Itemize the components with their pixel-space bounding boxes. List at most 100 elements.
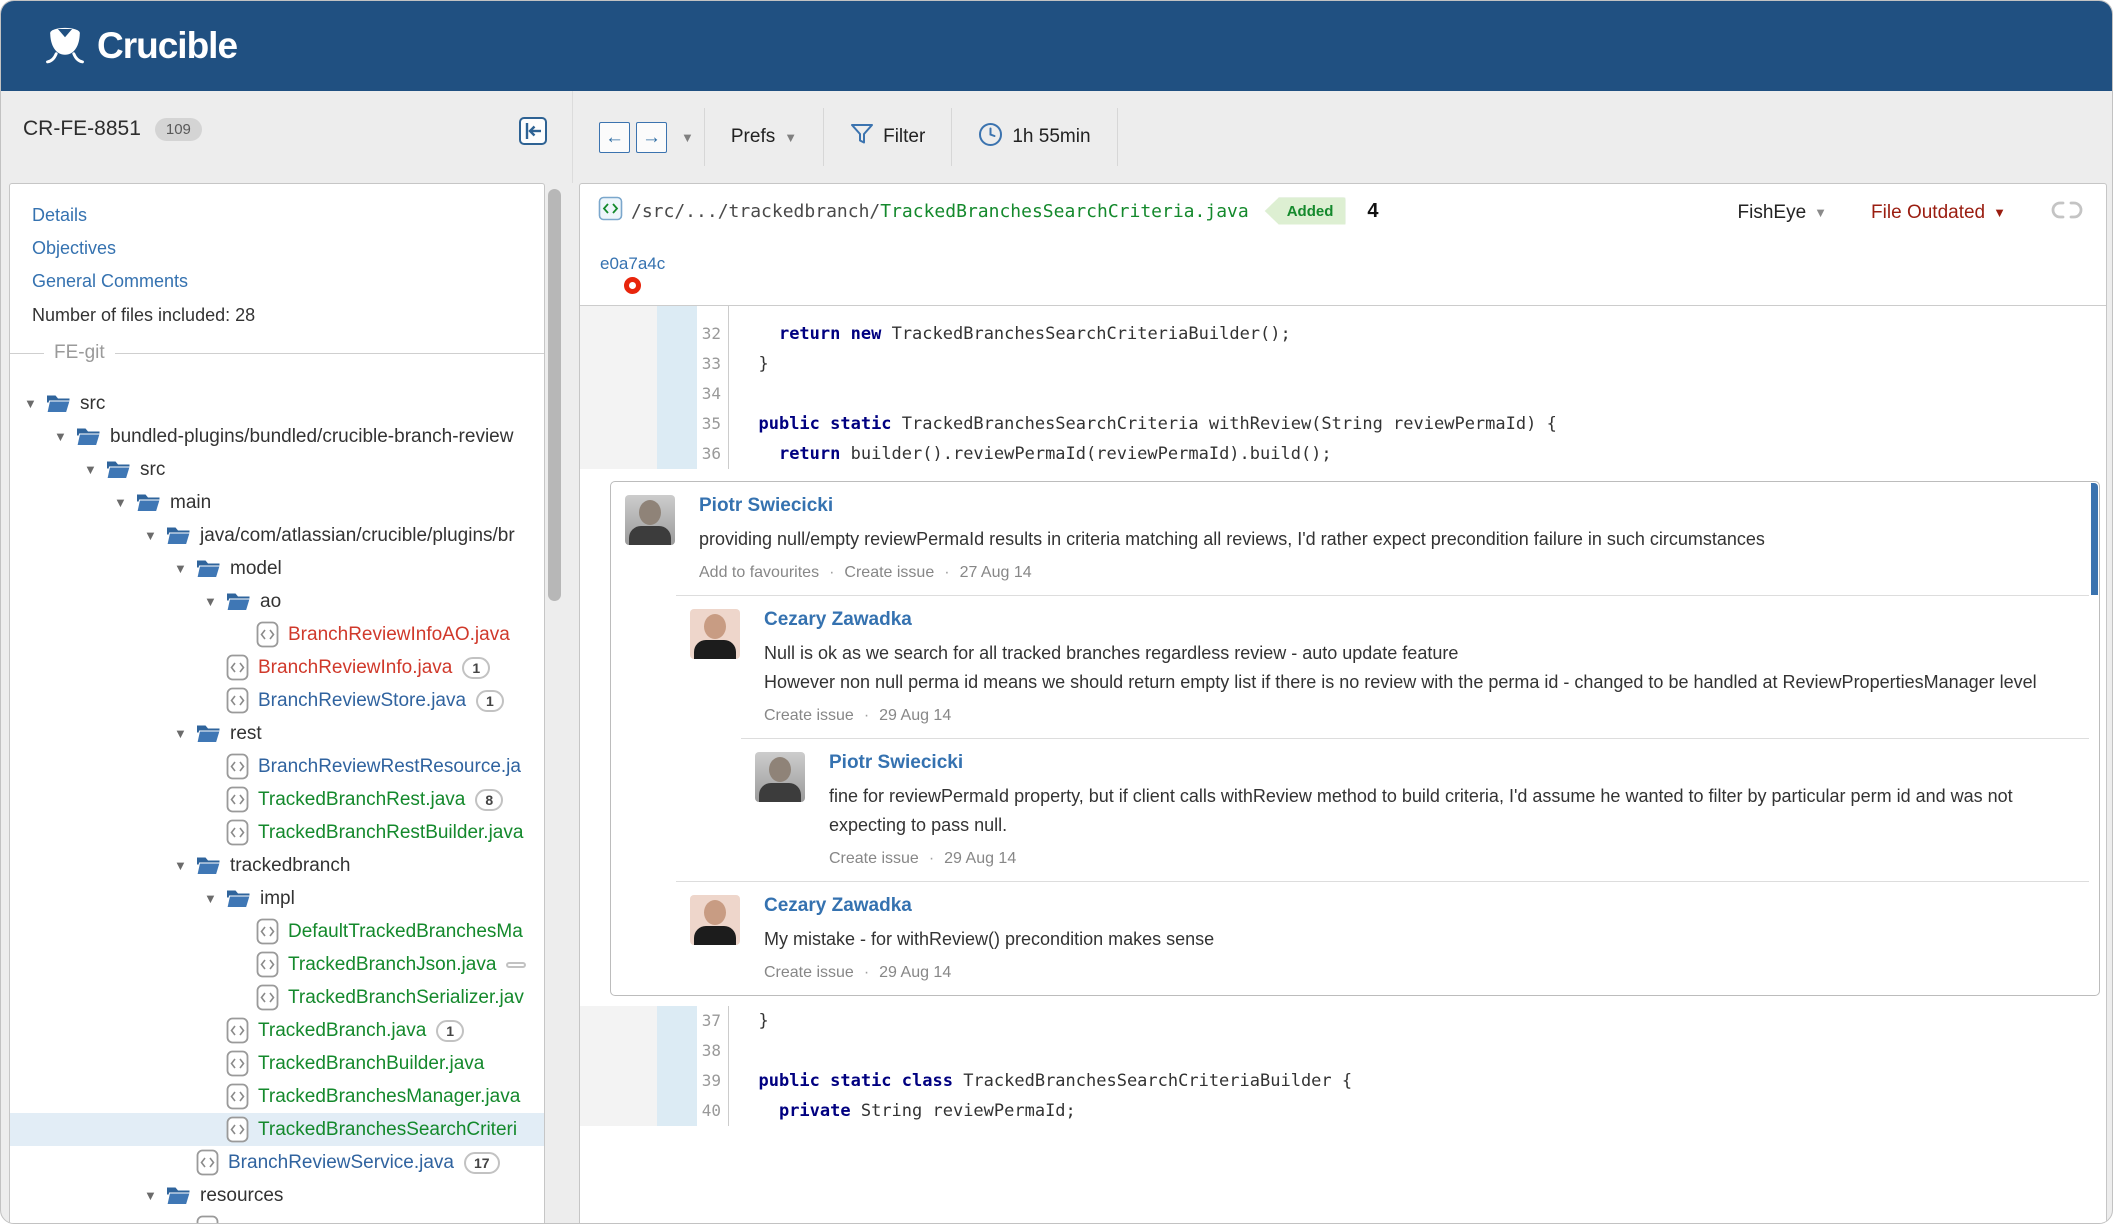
- code-content: private String reviewPermaId;: [778, 1101, 1076, 1121]
- disclosure-icon[interactable]: ▼: [204, 594, 226, 609]
- disclosure-icon[interactable]: ▼: [24, 396, 46, 411]
- tree-row[interactable]: ▼ main: [10, 486, 544, 519]
- add-comment-gutter[interactable]: [657, 439, 697, 469]
- comment-author-link[interactable]: Cezary Zawadka: [764, 609, 2073, 631]
- avatar[interactable]: [690, 895, 740, 945]
- tree-row[interactable]: BranchReviewStore.java 1: [10, 684, 544, 717]
- tree-row[interactable]: BranchReviewInfo.java 1: [10, 651, 544, 684]
- comment-author-link[interactable]: Piotr Swiecicki: [829, 752, 2073, 774]
- code-gutter: [580, 1006, 657, 1036]
- avatar[interactable]: [625, 495, 675, 545]
- tree-label: impl: [260, 887, 295, 909]
- tree-row[interactable]: TrackedBranchesSearchCriteri: [10, 1113, 544, 1146]
- disclosure-icon[interactable]: ▼: [174, 561, 196, 576]
- comment-thread: Piotr Swiecicki providing null/empty revi…: [610, 481, 2100, 996]
- folder-icon: [196, 855, 221, 876]
- tree-row[interactable]: TrackedBranchRestBuilder.java: [10, 816, 544, 849]
- unlink-icon[interactable]: [2050, 198, 2084, 227]
- tree-row[interactable]: ▼ model: [10, 552, 544, 585]
- add-comment-gutter[interactable]: [657, 1036, 697, 1066]
- add-comment-gutter[interactable]: [657, 319, 697, 349]
- tree-row[interactable]: BranchReviewInfoAO.java: [10, 618, 544, 651]
- tree-row[interactable]: ▼ src: [10, 387, 544, 420]
- tree-label: ao: [260, 590, 282, 612]
- sidebar-link-general-comments[interactable]: General Comments: [10, 264, 544, 297]
- add-comment-gutter[interactable]: [657, 1066, 697, 1096]
- chevron-down-icon: ▼: [784, 129, 798, 145]
- revision-link[interactable]: e0a7a4c: [600, 254, 665, 274]
- add-comment-gutter[interactable]: [657, 349, 697, 379]
- code-file-icon: [196, 1149, 219, 1176]
- tree-row[interactable]: TrackedBranchRest.java 8: [10, 783, 544, 816]
- tree-row[interactable]: [10, 1212, 544, 1223]
- tree-row[interactable]: TrackedBranchSerializer.jav: [10, 981, 544, 1014]
- tree-row[interactable]: TrackedBranchJson.java: [10, 948, 544, 981]
- annotation-ring-marker: [624, 277, 641, 294]
- disclosure-icon[interactable]: ▼: [174, 858, 196, 873]
- add-comment-gutter[interactable]: [657, 1096, 697, 1126]
- file-name: TrackedBranchesSearchCriteria.java: [880, 200, 1249, 222]
- tree-row[interactable]: TrackedBranchBuilder.java: [10, 1047, 544, 1080]
- prefs-dropdown[interactable]: Prefs ▼: [705, 91, 823, 183]
- comment-action-link[interactable]: Create issue: [764, 964, 854, 982]
- folder-icon: [136, 492, 161, 513]
- disclosure-icon[interactable]: ▼: [54, 429, 76, 444]
- sidebar-link-details[interactable]: Details: [10, 198, 544, 231]
- comment-action-link[interactable]: Create issue: [764, 707, 854, 725]
- disclosure-icon[interactable]: ▼: [84, 462, 106, 477]
- sidebar-link-objectives[interactable]: Objectives: [10, 231, 544, 264]
- disclosure-icon[interactable]: ▼: [144, 528, 166, 543]
- comment-action-link[interactable]: Create issue: [829, 850, 919, 868]
- collapse-sidebar-button[interactable]: [517, 115, 549, 147]
- folder-icon: [76, 426, 101, 447]
- tree-label: TrackedBranchRest.java: [258, 788, 466, 810]
- tree-label: TrackedBranchSerializer.jav: [288, 986, 524, 1008]
- disclosure-icon[interactable]: ▼: [204, 891, 226, 906]
- comment-action-link[interactable]: Create issue: [844, 564, 934, 582]
- filter-button[interactable]: Filter: [824, 91, 951, 183]
- file-outdated-dropdown[interactable]: File Outdated ▼: [1871, 202, 2006, 224]
- tree-row[interactable]: DefaultTrackedBranchesMa: [10, 915, 544, 948]
- avatar[interactable]: [690, 609, 740, 659]
- tree-label: BranchReviewInfo.java: [258, 656, 453, 678]
- tree-row[interactable]: ▼ java/com/atlassian/crucible/plugins/br: [10, 519, 544, 552]
- tree-row[interactable]: ▼ bundled-plugins/bundled/crucible-branch…: [10, 420, 544, 453]
- previous-file-button[interactable]: ←: [599, 121, 630, 153]
- tree-label: java/com/atlassian/crucible/plugins/br: [200, 524, 515, 546]
- tree-row[interactable]: ▼ trackedbranch: [10, 849, 544, 882]
- add-comment-gutter[interactable]: [657, 1006, 697, 1036]
- tree-row[interactable]: ▼ rest: [10, 717, 544, 750]
- tree-row[interactable]: ▼ ao: [10, 585, 544, 618]
- tree-row[interactable]: ▼ impl: [10, 882, 544, 915]
- disclosure-icon[interactable]: ▼: [144, 1188, 166, 1203]
- tree-row[interactable]: ▼ src: [10, 453, 544, 486]
- fisheye-dropdown[interactable]: FishEye ▼: [1738, 202, 1828, 224]
- code-section-bottom: 37 } 38 39 public static class TrackedBran…: [580, 1006, 2106, 1126]
- disclosure-icon[interactable]: ▼: [174, 726, 196, 741]
- add-comment-gutter[interactable]: [657, 409, 697, 439]
- tree-row[interactable]: BranchReviewRestResource.ja: [10, 750, 544, 783]
- footer-dot: ·: [863, 964, 870, 981]
- comment-date: 27 Aug 14: [959, 564, 1032, 581]
- comment-author-link[interactable]: Cezary Zawadka: [764, 895, 2073, 917]
- folder-icon: [196, 558, 221, 579]
- add-comment-gutter[interactable]: [657, 379, 697, 409]
- avatar[interactable]: [755, 752, 805, 802]
- add-comment-gutter[interactable]: [657, 306, 697, 319]
- tree-row[interactable]: TrackedBranch.java 1: [10, 1014, 544, 1047]
- tree-row[interactable]: TrackedBranchesManager.java: [10, 1080, 544, 1113]
- sidebar-scrollbar-thumb[interactable]: [548, 189, 561, 601]
- tree-row[interactable]: BranchReviewService.java 17: [10, 1146, 544, 1179]
- code-gutter: [580, 1096, 657, 1126]
- time-spent-button[interactable]: 1h 55min: [952, 91, 1116, 183]
- crucible-logo[interactable]: Crucible: [43, 23, 238, 69]
- comment-action-link[interactable]: Add to favourites: [699, 564, 819, 582]
- footer-dot: ·: [928, 850, 935, 867]
- code-content: public static TrackedBranchesSearchCrite…: [758, 414, 1557, 434]
- comment-author-link[interactable]: Piotr Swiecicki: [699, 495, 2073, 517]
- tree-row[interactable]: ▼ resources: [10, 1179, 544, 1212]
- next-file-button[interactable]: →: [636, 121, 667, 153]
- comment-date: 29 Aug 14: [879, 707, 952, 724]
- disclosure-icon[interactable]: ▼: [114, 495, 136, 510]
- file-nav-dropdown-icon[interactable]: ▼: [681, 130, 694, 145]
